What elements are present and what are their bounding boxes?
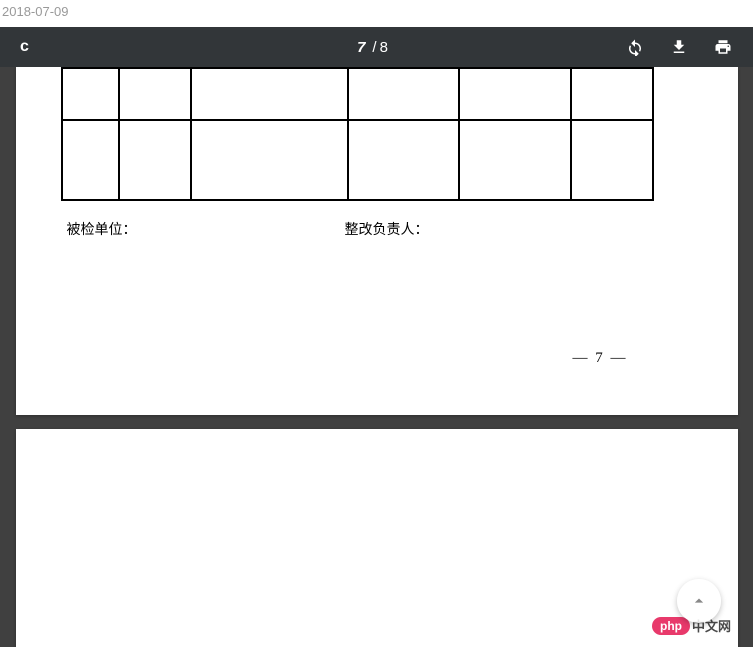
inspection-table: [61, 67, 654, 201]
document-page-8: [16, 429, 738, 647]
total-pages: 8: [380, 39, 388, 56]
download-icon[interactable]: [669, 37, 689, 57]
table-cell: [119, 120, 191, 200]
table-cell: [459, 120, 571, 200]
print-icon[interactable]: [713, 37, 733, 57]
table-cell: [348, 68, 460, 120]
page-indicator: 7 /8: [120, 39, 625, 56]
inspected-unit-label: 被检单位：: [67, 219, 137, 239]
arrow-up-icon: [689, 591, 709, 611]
current-page-number: 7: [357, 39, 365, 56]
table-row: [62, 120, 653, 200]
scroll-to-top-button[interactable]: [677, 579, 721, 623]
table-cell: [571, 120, 653, 200]
table-cell: [191, 68, 347, 120]
document-page-7: 被检单位： 整改负责人： — 7 —: [16, 67, 738, 415]
table-cell: [62, 120, 120, 200]
table-cell: [119, 68, 191, 120]
responsible-person-label: 整改负责人：: [345, 219, 429, 239]
signature-labels: 被检单位： 整改负责人：: [61, 219, 693, 239]
table-row: [62, 68, 653, 120]
table-cell: [348, 120, 460, 200]
table-cell: [191, 120, 347, 200]
viewer-toolbar: c 7 /8: [0, 27, 753, 67]
table-cell: [62, 68, 120, 120]
table-cell: [571, 68, 653, 120]
table-cell: [459, 68, 571, 120]
php-logo: php: [652, 617, 690, 635]
page-number-footer: — 7 —: [573, 350, 628, 367]
document-title: c: [20, 38, 120, 56]
toolbar-actions: [625, 37, 733, 57]
page-date: 2018-07-09: [0, 0, 753, 27]
rotate-icon[interactable]: [625, 37, 645, 57]
pdf-viewer: c 7 /8: [0, 27, 753, 647]
pages-scroll-area[interactable]: 被检单位： 整改负责人： — 7 —: [0, 67, 753, 647]
page-separator: /: [372, 39, 376, 56]
